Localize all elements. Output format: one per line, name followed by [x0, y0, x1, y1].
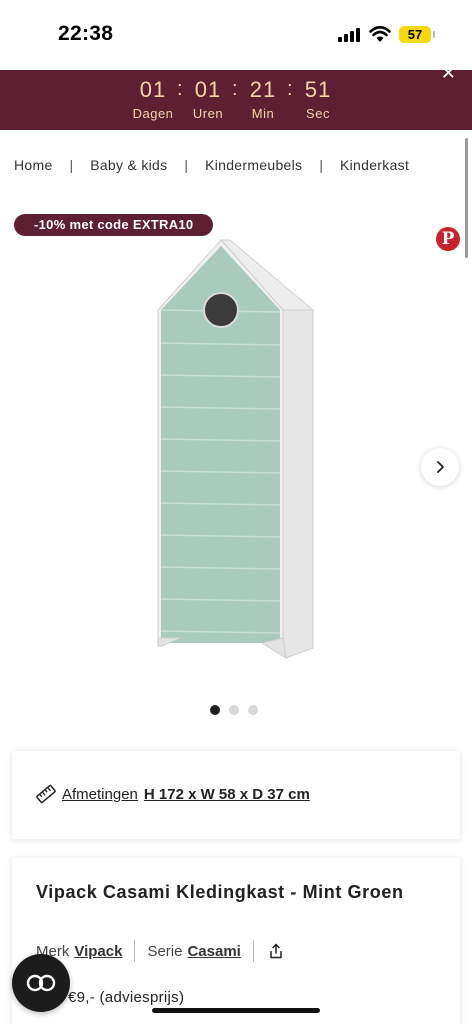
- breadcrumb-kinderkast[interactable]: Kinderkast: [340, 157, 409, 173]
- breadcrumb-kindermeubels[interactable]: Kindermeubels: [205, 157, 302, 173]
- countdown-minutes: 21 Min: [233, 76, 293, 121]
- ruler-icon: [36, 784, 56, 804]
- carousel-dot[interactable]: [248, 705, 258, 715]
- countdown-label: Uren: [192, 106, 224, 121]
- chevron-right-icon: [437, 461, 444, 473]
- meta-divider: [252, 940, 254, 962]
- next-image-button[interactable]: [421, 448, 459, 486]
- breadcrumb-separator: |: [184, 157, 189, 173]
- countdown-label: Sec: [306, 106, 330, 121]
- product-image[interactable]: [150, 238, 320, 663]
- countdown-label: Dagen: [132, 106, 174, 121]
- status-bar: 22:38 57: [0, 0, 472, 70]
- carousel-dot[interactable]: [210, 705, 220, 715]
- countdown-seconds: 51 Sec: [288, 76, 348, 121]
- product-title: Vipack Casami Kledingkast - Mint Groen: [36, 882, 404, 902]
- dimensions-row[interactable]: Afmetingen H 172 x W 58 x D 37 cm: [36, 784, 310, 804]
- scrollbar[interactable]: [465, 138, 468, 258]
- breadcrumb-home[interactable]: Home: [14, 157, 53, 173]
- home-indicator[interactable]: [152, 1008, 320, 1013]
- countdown-label: Min: [251, 106, 275, 121]
- close-icon[interactable]: ✕: [441, 64, 456, 82]
- countdown-value: 01: [139, 77, 167, 102]
- countdown-banner: 01 Dagen : 01 Uren : 21 Min : 51 Sec ✕: [0, 64, 472, 130]
- signal-icon: [338, 28, 360, 42]
- countdown-days: 01 Dagen: [123, 76, 183, 121]
- dimensions-label[interactable]: Afmetingen: [62, 786, 138, 803]
- countdown-value: 01: [194, 77, 222, 102]
- brand-link[interactable]: Vipack: [74, 943, 122, 960]
- countdown-value: 51: [304, 77, 332, 102]
- breadcrumb-separator: |: [319, 157, 323, 173]
- chat-icon: [26, 974, 56, 992]
- breadcrumb: Home | Baby & kids | Kindermeubels | Kin…: [14, 155, 409, 175]
- promo-badge: -10% met code EXTRA10: [14, 214, 214, 236]
- carousel-dots: [210, 705, 258, 715]
- share-icon[interactable]: [268, 943, 284, 959]
- product-info-card: Vipack Casami Kledingkast - Mint Groen M…: [12, 858, 460, 1024]
- meta-divider: [134, 940, 136, 962]
- carousel-dot[interactable]: [229, 705, 239, 715]
- series-link[interactable]: Casami: [187, 943, 240, 960]
- status-time: 22:38: [58, 22, 114, 45]
- breadcrumb-separator: |: [69, 157, 74, 173]
- breadcrumb-baby-kids[interactable]: Baby & kids: [90, 157, 167, 173]
- product-meta: Merk Vipack Serie Casami: [36, 940, 284, 962]
- countdown-value: 21: [249, 77, 277, 102]
- battery-icon: 57: [399, 26, 435, 43]
- wifi-icon: [369, 25, 391, 42]
- countdown-hours: 01 Uren: [178, 76, 238, 121]
- dimensions-card: Afmetingen H 172 x W 58 x D 37 cm: [12, 751, 460, 839]
- chat-button[interactable]: [12, 954, 70, 1012]
- series-label: Serie: [147, 942, 183, 960]
- dimensions-value[interactable]: H 172 x W 58 x D 37 cm: [144, 786, 310, 803]
- price-text: €9,- (adviesprijs): [68, 989, 185, 1006]
- pinterest-icon[interactable]: P: [436, 227, 460, 251]
